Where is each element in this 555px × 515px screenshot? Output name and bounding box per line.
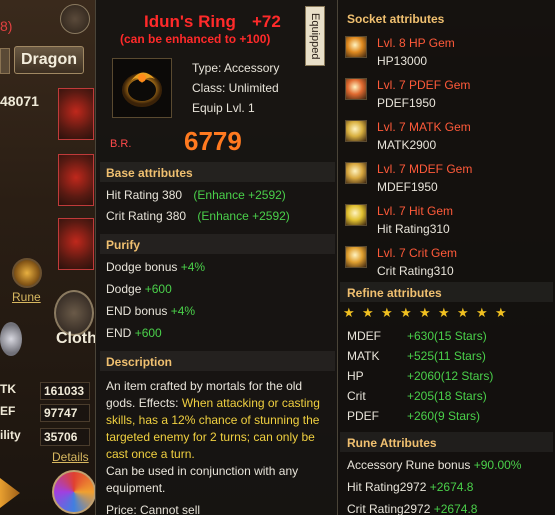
star-icon: ★ (476, 305, 488, 320)
gem-stat: Crit Rating310 (377, 264, 454, 278)
item-description: An item crafted by mortals for the old g… (106, 379, 320, 495)
rune-link[interactable]: Rune (12, 290, 41, 304)
dragon-tab[interactable]: Dragon (14, 46, 84, 74)
rune-attribute: Accessory Rune bonus +90.00% (347, 458, 522, 472)
gem-stat: Hit Rating310 (377, 222, 450, 236)
purify-attribute: Dodge bonus +4% (106, 260, 206, 274)
star-icon: ★ (495, 305, 507, 320)
stat-row: TK 161033 (0, 382, 94, 402)
gem-stat: HP13000 (377, 54, 428, 68)
star-icon: ★ (419, 305, 431, 320)
gem-name: Lvl. 8 HP Gem (377, 36, 455, 50)
background-round-button[interactable] (60, 4, 90, 34)
star-icon: ★ (438, 305, 450, 320)
gem-icon (345, 78, 367, 100)
base-attributes-title: Base attributes (106, 166, 193, 180)
refine-row: MATK +525(11 Stars) (347, 349, 486, 363)
gem-icon (345, 36, 367, 58)
gem-icon (345, 204, 367, 226)
star-icon: ★ (381, 305, 393, 320)
purify-title: Purify (106, 238, 141, 252)
base-attribute: Crit Rating 380 (Enhance +2592) (106, 209, 290, 223)
refine-row: Crit +205(18 Stars) (347, 389, 487, 403)
base-attribute: Hit Rating 380 (Enhance +2592) (106, 188, 286, 202)
star-icon: ★ (400, 305, 412, 320)
gem-stat: MATK2900 (377, 138, 437, 152)
item-price: Price: Cannot sell (106, 503, 201, 515)
equipment-slot[interactable] (58, 88, 94, 140)
orb-icon[interactable] (52, 470, 96, 514)
star-icon: ★ (343, 305, 355, 320)
gem-name: Lvl. 7 MDEF Gem (377, 162, 473, 176)
stat-row: EF 97747 (0, 404, 94, 424)
description-title: Description (106, 355, 173, 369)
refine-row: PDEF +260(9 Stars) (347, 409, 481, 423)
gem-icon (345, 120, 367, 142)
purify-attribute: Dodge +600 (106, 282, 172, 296)
refine-row: MDEF +630(15 Stars) (347, 329, 487, 343)
equipped-badge: Equipped (305, 6, 325, 66)
background-tab-edge[interactable] (0, 48, 10, 74)
arrow-right-icon[interactable] (0, 478, 20, 508)
gem-name: Lvl. 7 MATK Gem (377, 120, 471, 134)
equipment-slot[interactable] (58, 154, 94, 206)
gem-name: Lvl. 7 Hit Gem (377, 204, 454, 218)
ring-icon (112, 58, 172, 118)
refine-attributes-title: Refine attributes (347, 286, 442, 300)
gem-icon (345, 246, 367, 268)
stat-row: ility 35706 (0, 428, 94, 448)
socket-attributes-title: Socket attributes (347, 12, 445, 26)
item-tooltip: Idun's Ring +72 (can be enhanced to +100… (95, 0, 338, 515)
rune-icon[interactable] (12, 258, 42, 288)
socket-panel: Socket attributes Lvl. 8 HP Gem HP13000 Lv… (338, 0, 555, 515)
battle-rating-value: 48071 (0, 93, 39, 109)
purify-attribute: END bonus +4% (106, 304, 196, 318)
gem-icon (345, 162, 367, 184)
gem-stat: PDEF1950 (377, 96, 436, 110)
item-equip-level: Equip Lvl. 1 (192, 101, 255, 115)
gem-icon (0, 322, 22, 356)
ring-icon-graphic (122, 72, 162, 107)
rune-attribute: Hit Rating2972 +2674.8 (347, 480, 474, 494)
gem-stat: MDEF1950 (377, 180, 438, 194)
enhance-level: +72 (252, 12, 281, 31)
purify-attribute: END +600 (106, 326, 162, 340)
star-icon: ★ (362, 305, 374, 320)
refine-row: HP +2060(12 Stars) (347, 369, 494, 383)
item-name: Idun's Ring (144, 12, 236, 31)
cloth-label: Cloth (56, 330, 97, 347)
enhance-note: (can be enhanced to +100) (120, 32, 271, 46)
equipment-slot[interactable] (58, 218, 94, 270)
rune-attributes-title: Rune Attributes (347, 436, 437, 450)
details-link[interactable]: Details (52, 450, 89, 464)
rune-attribute: Crit Rating2972 +2674.8 (347, 502, 478, 515)
br-value: 6779 (184, 126, 242, 156)
br-label: B.R. (110, 138, 132, 150)
item-class: Class: Unlimited (192, 81, 279, 95)
background-counter: 8) (0, 18, 13, 34)
item-type: Type: Accessory (192, 61, 280, 75)
gem-name: Lvl. 7 PDEF Gem (377, 78, 471, 92)
gem-name: Lvl. 7 Crit Gem (377, 246, 458, 260)
star-icon: ★ (457, 305, 469, 320)
